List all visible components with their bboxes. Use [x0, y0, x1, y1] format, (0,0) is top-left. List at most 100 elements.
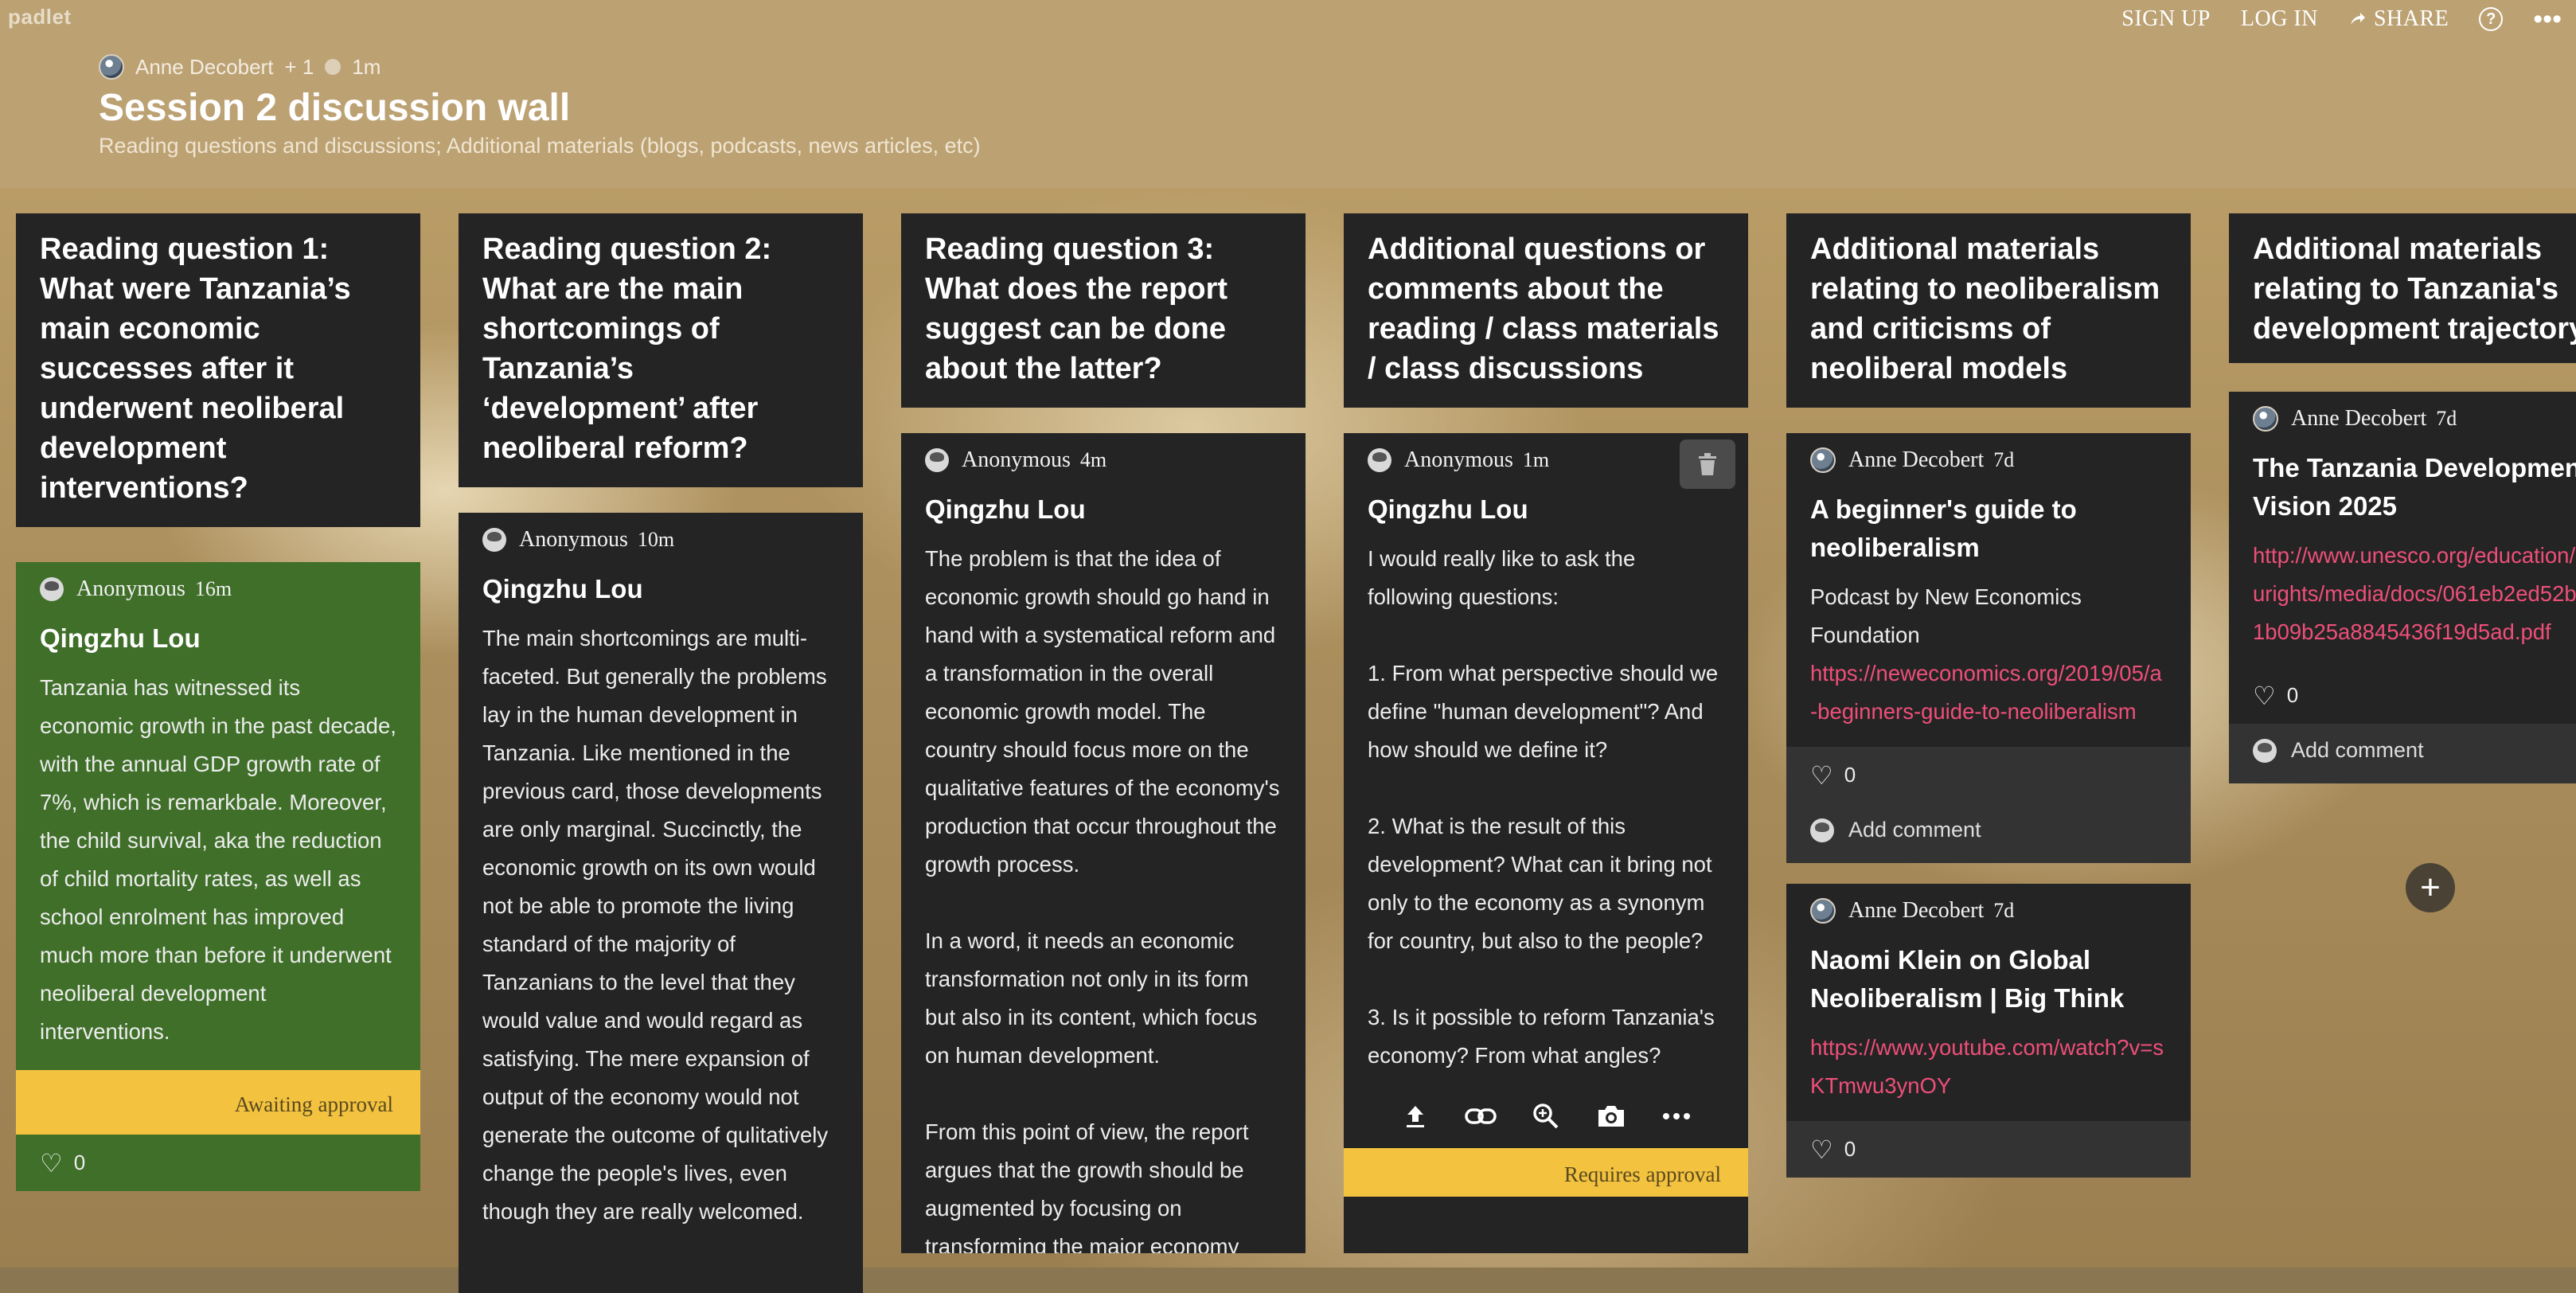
share-icon	[2350, 13, 2365, 25]
post-author: Anne Decobert	[2291, 406, 2427, 431]
post-author: Anonymous	[1404, 447, 1513, 472]
page-title: Session 2 discussion wall	[99, 87, 571, 129]
more-menu-icon[interactable]: •••	[2533, 6, 2562, 33]
heart-icon[interactable]: ♡	[2253, 683, 2276, 709]
post-body: The main shortcomings are multi-faceted.…	[482, 626, 834, 1224]
post-time: 7d	[2436, 407, 2457, 430]
heart-icon[interactable]: ♡	[1810, 1137, 1833, 1162]
post-time: 1m	[1522, 448, 1550, 471]
add-comment-label: Add comment	[2291, 738, 2424, 762]
comment-avatar-icon	[1810, 818, 1834, 842]
post-body: Tanzania has witnessed its economic grow…	[40, 675, 403, 1044]
column-reading-question-2: Reading question 2: What are the main sh…	[459, 213, 863, 1293]
post-toolbar	[1344, 1075, 1748, 1148]
contributor-count: + 1	[284, 54, 314, 79]
like-row: ♡ 0	[1786, 747, 2191, 803]
page-subtitle: Reading questions and discussions; Addit…	[99, 134, 981, 158]
post-card[interactable]: Anonymous 16m Qingzhu Lou Tanzania has w…	[16, 562, 420, 1191]
wall-header: padlet SIGN UP LOG IN SHARE ? ••• Anne D…	[0, 0, 2576, 188]
search-icon[interactable]	[1528, 1099, 1563, 1134]
post-time: 16m	[194, 577, 232, 600]
post-link[interactable]: https://neweconomics.org/2019/05/a-begin…	[1786, 654, 2191, 747]
post-time: 7d	[1993, 899, 2015, 922]
post-title: Naomi Klein on Global Neoliberalism | Bi…	[1810, 945, 2125, 1013]
post-card[interactable]: Anne Decobert 7d A beginner's guide to n…	[1786, 433, 2191, 863]
like-count: 0	[1844, 763, 1856, 787]
column-heading: Reading question 3: What does the report…	[901, 213, 1306, 408]
like-count: 0	[73, 1150, 86, 1174]
post-card[interactable]: Anonymous 1m Qingzhu Lou I would really …	[1344, 433, 1748, 1253]
wall-meta: Anne Decobert + 1 1m	[99, 54, 381, 80]
post-title: Qingzhu Lou	[40, 623, 201, 653]
link-icon[interactable]	[1463, 1099, 1498, 1134]
camera-icon[interactable]	[1594, 1099, 1629, 1134]
trash-icon	[1699, 453, 1716, 475]
heart-icon[interactable]: ♡	[1810, 763, 1833, 788]
column-reading-question-3: Reading question 3: What does the report…	[901, 213, 1306, 1253]
share-button[interactable]: SHARE	[2348, 6, 2449, 32]
post-link[interactable]: http://www.unesco.org/education/eduright…	[2229, 525, 2576, 667]
status-dot-icon	[325, 59, 342, 75]
like-row: ♡ 0	[2229, 667, 2576, 724]
column-additional-questions: Additional questions or comments about t…	[1344, 213, 1748, 1253]
post-link[interactable]: https://www.youtube.com/watch?v=sKTmwu3y…	[1786, 1018, 2191, 1121]
post-card[interactable]: Anne Decobert 7d Naomi Klein on Global N…	[1786, 884, 2191, 1178]
like-row: ♡ 0	[16, 1135, 420, 1191]
anonymous-avatar-icon	[1368, 448, 1391, 472]
status-badge: Requires approval	[1344, 1148, 1748, 1197]
post-meta: Anne Decobert 7d	[1786, 884, 2191, 924]
avatar	[1810, 447, 1836, 473]
post-body: Podcast by New Economics Foundation	[1810, 584, 2088, 647]
delete-post-button[interactable]	[1680, 439, 1735, 489]
padlet-logo[interactable]: padlet	[8, 5, 72, 29]
column-heading: Additional materials relating to Tanzani…	[2229, 213, 2576, 363]
post-author: Anne Decobert	[1848, 447, 1985, 472]
add-comment-row[interactable]: Add comment	[2229, 724, 2576, 783]
post-meta: Anonymous 16m	[16, 562, 420, 602]
post-meta: Anne Decobert 7d	[2229, 392, 2576, 432]
post-meta: Anonymous 10m	[459, 513, 863, 553]
help-icon[interactable]: ?	[2479, 7, 2504, 31]
heart-icon[interactable]: ♡	[40, 1150, 63, 1176]
column-heading: Reading question 2: What are the main sh…	[459, 213, 863, 487]
post-meta: Anonymous 4m	[901, 433, 1306, 473]
avatar	[2253, 406, 2278, 432]
log-in-link[interactable]: LOG IN	[2241, 6, 2318, 32]
anonymous-avatar-icon	[482, 528, 506, 552]
post-body: I would really like to ask the following…	[1368, 546, 1719, 1068]
post-time: 10m	[637, 528, 675, 551]
avatar	[1810, 898, 1836, 924]
post-body: The problem is that the idea of economic…	[925, 546, 1280, 1253]
post-time: 7d	[1993, 448, 2015, 471]
column-reading-question-1: Reading question 1: What were Tanzania’s…	[16, 213, 420, 1191]
post-author: Anonymous	[519, 527, 628, 552]
post-title: Qingzhu Lou	[925, 494, 1086, 524]
post-title: Qingzhu Lou	[482, 574, 643, 604]
post-author: Anonymous	[76, 576, 185, 601]
like-count: 0	[2286, 683, 2299, 707]
column-tanzania-materials: Additional materials relating to Tanzani…	[2229, 213, 2576, 783]
add-comment-row[interactable]: Add comment	[1786, 803, 2191, 863]
top-nav: SIGN UP LOG IN SHARE ? •••	[2121, 6, 2562, 33]
comment-avatar-icon	[2253, 738, 2277, 763]
upload-icon[interactable]	[1398, 1099, 1433, 1134]
post-title: A beginner's guide to neoliberalism	[1810, 494, 2077, 562]
like-row: ♡ 0	[1786, 1121, 2191, 1178]
post-card[interactable]: Anonymous 10m Qingzhu Lou The main short…	[459, 513, 863, 1293]
share-label: SHARE	[2373, 6, 2449, 31]
column-heading: Reading question 1: What were Tanzania’s…	[16, 213, 420, 527]
like-count: 0	[1844, 1137, 1856, 1161]
anonymous-avatar-icon	[925, 448, 949, 472]
more-icon[interactable]	[1659, 1099, 1694, 1134]
post-card[interactable]: Anne Decobert 7d The Tanzania Developmen…	[2229, 392, 2576, 783]
column-neoliberalism-materials: Additional materials relating to neolibe…	[1786, 213, 2191, 1178]
post-author: Anonymous	[962, 447, 1071, 472]
add-post-button[interactable]: +	[2406, 863, 2455, 912]
post-meta: Anne Decobert 7d	[1786, 433, 2191, 473]
sign-up-link[interactable]: SIGN UP	[2121, 6, 2211, 32]
add-comment-label: Add comment	[1848, 818, 1981, 842]
column-heading: Additional materials relating to neolibe…	[1786, 213, 2191, 408]
post-card[interactable]: Anonymous 4m Qingzhu Lou The problem is …	[901, 433, 1306, 1253]
column-heading: Additional questions or comments about t…	[1344, 213, 1748, 408]
post-title: The Tanzania Development Vision 2025	[2253, 453, 2576, 521]
